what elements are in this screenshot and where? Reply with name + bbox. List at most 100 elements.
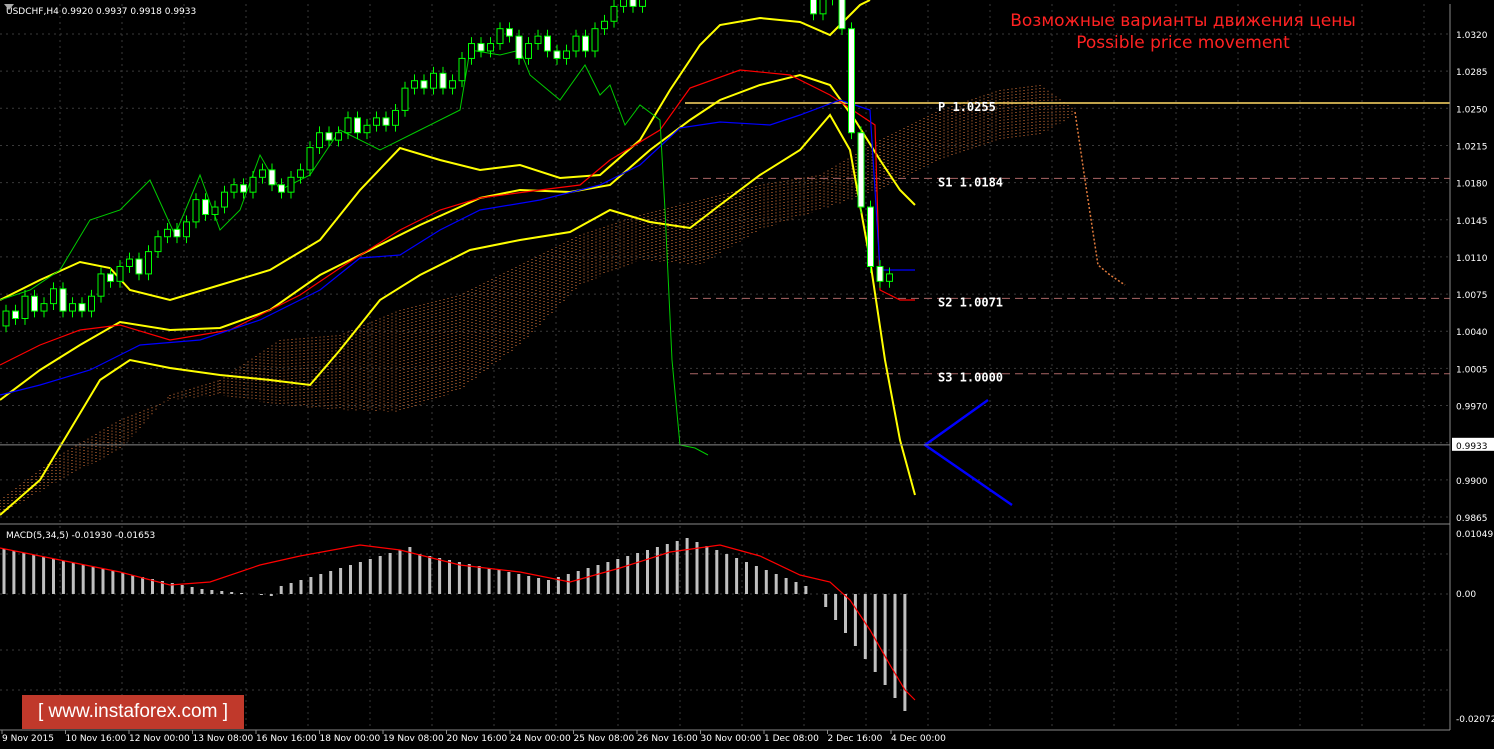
- bull-candle: [116, 265, 124, 282]
- bull-candle: [430, 72, 437, 89]
- bull-candle: [249, 176, 257, 193]
- bear-candle: [876, 265, 884, 282]
- bull-candle: [335, 132, 342, 141]
- bear-candle: [867, 206, 874, 267]
- time-label: 20 Nov 16:00: [447, 734, 508, 744]
- bear-candle: [838, 0, 846, 30]
- macd-label: MACD(5,34,5) -0.01930 -0.01653: [6, 531, 155, 541]
- bull-candle: [591, 28, 599, 52]
- time-label: 12 Nov 00:00: [129, 734, 190, 744]
- price-label: 1.0320: [1456, 31, 1488, 41]
- price-label: 1.0110: [1456, 254, 1488, 264]
- level-label-s2: S2 1.0071: [938, 295, 1003, 309]
- indicator-lines: [0, 0, 916, 516]
- bear-candle: [629, 0, 637, 7]
- time-label: 25 Nov 08:00: [574, 734, 635, 744]
- bear-candle: [278, 184, 285, 193]
- chikou-line: [0, 49, 709, 456]
- time-label: 1 Dec 08:00: [764, 734, 819, 744]
- bull-candle: [192, 199, 200, 223]
- bull-candle: [211, 206, 219, 215]
- bear-candle: [382, 117, 390, 126]
- bollinger-lower: [0, 113, 916, 516]
- bull-candle: [344, 117, 352, 134]
- bull-candle: [610, 5, 618, 22]
- bull-candle: [145, 251, 152, 275]
- bull-candle: [449, 80, 456, 89]
- watermark-open: [: [37, 701, 44, 722]
- bull-candle: [287, 176, 295, 193]
- time-label: 9 Nov 2015: [2, 734, 54, 744]
- bull-candle: [458, 57, 466, 82]
- price-label: 1.0180: [1456, 180, 1488, 190]
- bull-candle: [601, 20, 608, 30]
- bull-candle: [97, 273, 105, 297]
- time-label: 4 Dec 00:00: [891, 734, 946, 744]
- bull-candle: [639, 0, 646, 7]
- bull-candle: [525, 43, 532, 59]
- pivot-levels: P 1.0255 S1 1.0184 S2 1.0071 S3 1.0000: [685, 100, 1450, 385]
- bear-candle: [173, 228, 181, 238]
- bull-candle: [401, 87, 409, 111]
- price-label: 1.0285: [1456, 68, 1488, 78]
- bull-candle: [230, 184, 238, 193]
- chart-window[interactable]: P 1.0255 S1 1.0184 S2 1.0071 S3 1.0000 1.03…: [0, 0, 1494, 745]
- macd-panel: [0, 523, 1450, 711]
- bear-candle: [582, 35, 589, 52]
- bear-candle: [268, 169, 276, 186]
- time-label: 26 Nov 16:00: [637, 734, 698, 744]
- bull-candle: [316, 132, 323, 149]
- bollinger-middle: [0, 73, 916, 401]
- instaforex-watermark[interactable]: [ www.instaforex.com ]: [22, 695, 244, 729]
- bull-candle: [373, 117, 380, 126]
- price-label: 0.9970: [1456, 403, 1488, 413]
- bull-candle: [88, 295, 95, 312]
- bear-candle: [78, 303, 86, 312]
- price-chart[interactable]: P 1.0255 S1 1.0184 S2 1.0071 S3 1.0000 1.03…: [0, 0, 1494, 745]
- bear-candle: [506, 28, 513, 37]
- bear-candle: [439, 72, 447, 89]
- bull-candle: [487, 43, 494, 52]
- time-label: 2 Dec 16:00: [828, 734, 883, 744]
- bull-candle: [126, 258, 133, 267]
- forecast-arrow: [0, 398, 1450, 507]
- bear-candle: [202, 199, 209, 215]
- bear-candle: [240, 184, 247, 193]
- price-label: 1.0005: [1456, 365, 1488, 375]
- forecast-arrow-icon: [922, 398, 1013, 507]
- annotation-ru: Возможные варианты движения цены: [1010, 11, 1356, 31]
- symbol-info: USDCHF,H4 0.9920 0.9937 0.9918 0.9933: [6, 7, 196, 17]
- bull-candle: [363, 124, 371, 134]
- bull-candle: [496, 28, 504, 45]
- watermark-text: www.instaforex.com: [48, 701, 218, 722]
- macd-signal-line: [0, 544, 916, 701]
- cloud-tail: [1074, 111, 1126, 286]
- bull-candle: [819, 0, 827, 15]
- bollinger-upper: [0, 0, 871, 302]
- time-label: 13 Nov 08:00: [193, 734, 254, 744]
- bear-candle: [515, 35, 523, 59]
- price-label: 1.0040: [1456, 328, 1488, 338]
- bull-candle: [21, 295, 29, 319]
- level-label-s1: S1 1.0184: [938, 175, 1003, 189]
- bull-candle: [259, 169, 266, 178]
- price-label: 1.0145: [1456, 217, 1488, 227]
- bull-candle: [50, 288, 57, 305]
- bull-candle: [69, 303, 76, 312]
- time-label: 10 Nov 16:00: [66, 734, 127, 744]
- price-label: 0.9865: [1456, 514, 1488, 524]
- bull-candle: [620, 0, 627, 7]
- bull-candle: [886, 273, 893, 282]
- bear-candle: [420, 80, 428, 89]
- macd-axis-label: 0.01049: [1456, 530, 1493, 540]
- bull-candle: [306, 147, 314, 171]
- macd-axis-label: -0.02072: [1456, 715, 1494, 725]
- bear-candle: [31, 295, 38, 312]
- bear-candle: [107, 273, 114, 282]
- level-label-p: P 1.0255: [938, 100, 996, 114]
- time-label: 18 Nov 00:00: [320, 734, 381, 744]
- price-label: 1.0075: [1456, 291, 1488, 301]
- chart-grid: [0, 4, 1450, 730]
- tenkan-line: [0, 99, 915, 396]
- bear-candle: [477, 43, 485, 52]
